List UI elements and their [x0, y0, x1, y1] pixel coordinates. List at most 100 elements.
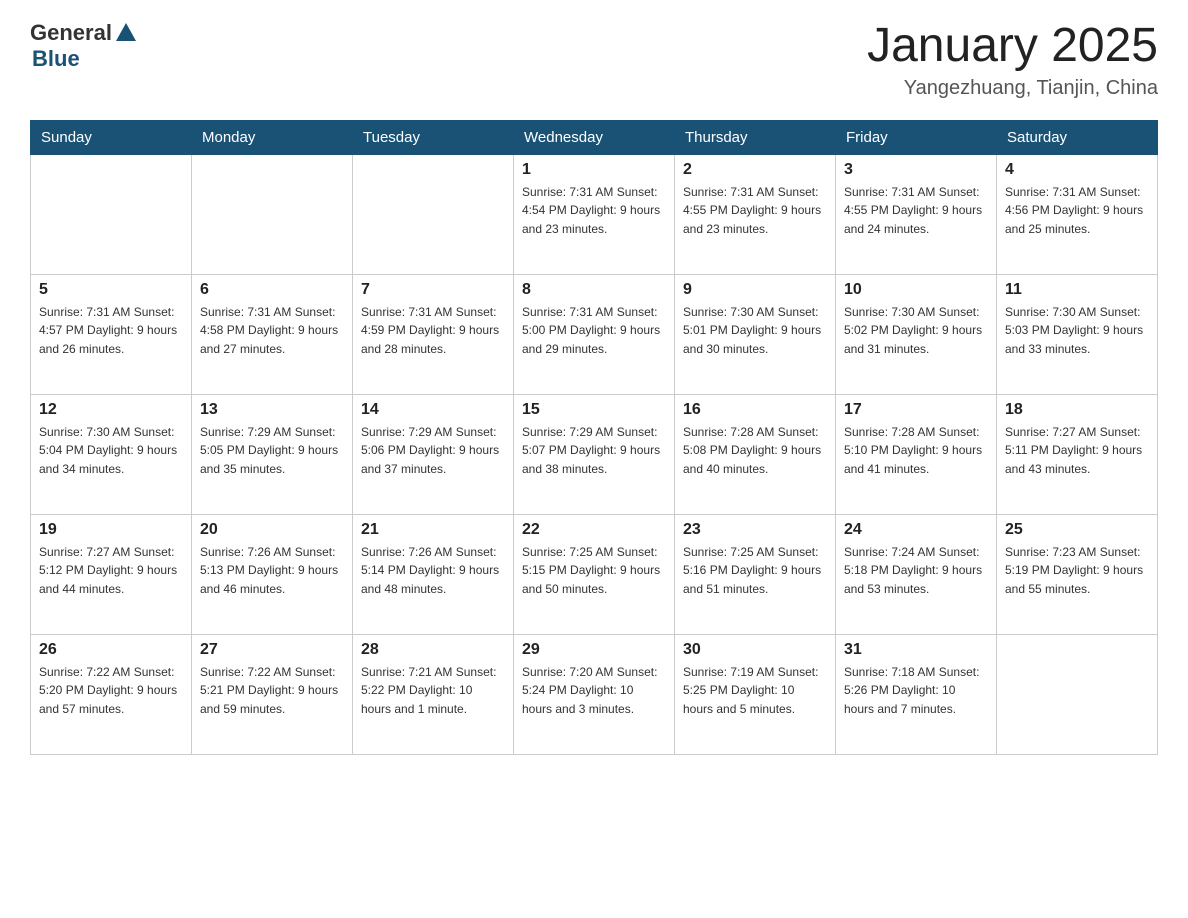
day-info: Sunrise: 7:31 AM Sunset: 4:57 PM Dayligh…	[39, 303, 183, 359]
day-info: Sunrise: 7:29 AM Sunset: 5:07 PM Dayligh…	[522, 423, 666, 479]
empty-cell	[997, 634, 1158, 754]
day-number: 21	[361, 521, 505, 539]
logo-general-text: General	[30, 20, 112, 46]
day-number: 23	[683, 521, 827, 539]
calendar-table: SundayMondayTuesdayWednesdayThursdayFrid…	[30, 120, 1158, 755]
day-info: Sunrise: 7:31 AM Sunset: 4:56 PM Dayligh…	[1005, 183, 1149, 239]
day-cell-5: 5 Sunrise: 7:31 AM Sunset: 4:57 PM Daylig…	[31, 274, 192, 394]
day-header-friday: Friday	[836, 120, 997, 154]
day-info: Sunrise: 7:26 AM Sunset: 5:13 PM Dayligh…	[200, 543, 344, 599]
day-cell-21: 21 Sunrise: 7:26 AM Sunset: 5:14 PM Dayli…	[353, 514, 514, 634]
day-cell-17: 17 Sunrise: 7:28 AM Sunset: 5:10 PM Dayli…	[836, 394, 997, 514]
day-cell-24: 24Sunrise: 7:24 AM Sunset: 5:18 PM Dayli…	[836, 514, 997, 634]
day-cell-22: 22 Sunrise: 7:25 AM Sunset: 5:15 PM Dayli…	[514, 514, 675, 634]
day-number: 28	[361, 641, 505, 659]
day-info: Sunrise: 7:31 AM Sunset: 4:55 PM Dayligh…	[683, 183, 827, 239]
day-cell-4: 4 Sunrise: 7:31 AM Sunset: 4:56 PM Daylig…	[997, 154, 1158, 274]
day-number: 25	[1005, 521, 1149, 539]
day-info: Sunrise: 7:21 AM Sunset: 5:22 PM Dayligh…	[361, 663, 505, 719]
day-number: 1	[522, 161, 666, 179]
calendar-header: SundayMondayTuesdayWednesdayThursdayFrid…	[31, 120, 1158, 154]
day-cell-16: 16 Sunrise: 7:28 AM Sunset: 5:08 PM Dayli…	[675, 394, 836, 514]
day-info: Sunrise: 7:24 AM Sunset: 5:18 PM Dayligh…	[844, 543, 988, 599]
day-info: Sunrise: 7:28 AM Sunset: 5:10 PM Dayligh…	[844, 423, 988, 479]
day-info: Sunrise: 7:19 AM Sunset: 5:25 PM Dayligh…	[683, 663, 827, 719]
logo: General Blue	[30, 20, 138, 72]
day-number: 16	[683, 401, 827, 419]
day-cell-18: 18Sunrise: 7:27 AM Sunset: 5:11 PM Dayli…	[997, 394, 1158, 514]
day-info: Sunrise: 7:31 AM Sunset: 4:54 PM Dayligh…	[522, 183, 666, 239]
day-number: 14	[361, 401, 505, 419]
empty-cell	[31, 154, 192, 274]
day-number: 9	[683, 281, 827, 299]
day-info: Sunrise: 7:25 AM Sunset: 5:16 PM Dayligh…	[683, 543, 827, 599]
day-number: 2	[683, 161, 827, 179]
day-cell-27: 27Sunrise: 7:22 AM Sunset: 5:21 PM Dayli…	[192, 634, 353, 754]
calendar-week-5: 26Sunrise: 7:22 AM Sunset: 5:20 PM Dayli…	[31, 634, 1158, 754]
day-cell-6: 6Sunrise: 7:31 AM Sunset: 4:58 PM Daylig…	[192, 274, 353, 394]
day-number: 19	[39, 521, 183, 539]
day-cell-3: 3 Sunrise: 7:31 AM Sunset: 4:55 PM Daylig…	[836, 154, 997, 274]
day-number: 15	[522, 401, 666, 419]
day-number: 17	[844, 401, 988, 419]
day-info: Sunrise: 7:28 AM Sunset: 5:08 PM Dayligh…	[683, 423, 827, 479]
day-info: Sunrise: 7:26 AM Sunset: 5:14 PM Dayligh…	[361, 543, 505, 599]
day-header-monday: Monday	[192, 120, 353, 154]
day-cell-7: 7Sunrise: 7:31 AM Sunset: 4:59 PM Daylig…	[353, 274, 514, 394]
day-cell-10: 10Sunrise: 7:30 AM Sunset: 5:02 PM Dayli…	[836, 274, 997, 394]
day-cell-25: 25 Sunrise: 7:23 AM Sunset: 5:19 PM Dayli…	[997, 514, 1158, 634]
day-header-tuesday: Tuesday	[353, 120, 514, 154]
day-info: Sunrise: 7:31 AM Sunset: 4:58 PM Dayligh…	[200, 303, 344, 359]
day-number: 5	[39, 281, 183, 299]
day-info: Sunrise: 7:30 AM Sunset: 5:04 PM Dayligh…	[39, 423, 183, 479]
calendar-week-2: 5 Sunrise: 7:31 AM Sunset: 4:57 PM Daylig…	[31, 274, 1158, 394]
day-info: Sunrise: 7:31 AM Sunset: 5:00 PM Dayligh…	[522, 303, 666, 359]
empty-cell	[192, 154, 353, 274]
day-cell-29: 29Sunrise: 7:20 AM Sunset: 5:24 PM Dayli…	[514, 634, 675, 754]
calendar-week-3: 12Sunrise: 7:30 AM Sunset: 5:04 PM Dayli…	[31, 394, 1158, 514]
day-cell-19: 19 Sunrise: 7:27 AM Sunset: 5:12 PM Dayli…	[31, 514, 192, 634]
day-number: 27	[200, 641, 344, 659]
day-header-wednesday: Wednesday	[514, 120, 675, 154]
day-info: Sunrise: 7:25 AM Sunset: 5:15 PM Dayligh…	[522, 543, 666, 599]
day-number: 30	[683, 641, 827, 659]
day-info: Sunrise: 7:31 AM Sunset: 4:55 PM Dayligh…	[844, 183, 988, 239]
day-number: 8	[522, 281, 666, 299]
day-number: 3	[844, 161, 988, 179]
day-number: 4	[1005, 161, 1149, 179]
day-number: 7	[361, 281, 505, 299]
day-info: Sunrise: 7:23 AM Sunset: 5:19 PM Dayligh…	[1005, 543, 1149, 599]
day-cell-12: 12Sunrise: 7:30 AM Sunset: 5:04 PM Dayli…	[31, 394, 192, 514]
day-cell-15: 15 Sunrise: 7:29 AM Sunset: 5:07 PM Dayli…	[514, 394, 675, 514]
day-number: 31	[844, 641, 988, 659]
day-number: 22	[522, 521, 666, 539]
day-number: 11	[1005, 281, 1149, 299]
day-info: Sunrise: 7:27 AM Sunset: 5:12 PM Dayligh…	[39, 543, 183, 599]
day-cell-23: 23 Sunrise: 7:25 AM Sunset: 5:16 PM Dayli…	[675, 514, 836, 634]
logo-icon	[114, 21, 138, 45]
month-title: January 2025	[867, 20, 1158, 73]
calendar-body: 1 Sunrise: 7:31 AM Sunset: 4:54 PM Daylig…	[31, 154, 1158, 754]
day-cell-20: 20Sunrise: 7:26 AM Sunset: 5:13 PM Dayli…	[192, 514, 353, 634]
day-info: Sunrise: 7:29 AM Sunset: 5:05 PM Dayligh…	[200, 423, 344, 479]
day-cell-8: 8 Sunrise: 7:31 AM Sunset: 5:00 PM Daylig…	[514, 274, 675, 394]
day-cell-13: 13Sunrise: 7:29 AM Sunset: 5:05 PM Dayli…	[192, 394, 353, 514]
day-cell-2: 2 Sunrise: 7:31 AM Sunset: 4:55 PM Daylig…	[675, 154, 836, 274]
calendar-week-4: 19 Sunrise: 7:27 AM Sunset: 5:12 PM Dayli…	[31, 514, 1158, 634]
day-cell-9: 9 Sunrise: 7:30 AM Sunset: 5:01 PM Daylig…	[675, 274, 836, 394]
day-header-saturday: Saturday	[997, 120, 1158, 154]
day-info: Sunrise: 7:18 AM Sunset: 5:26 PM Dayligh…	[844, 663, 988, 719]
day-cell-28: 28 Sunrise: 7:21 AM Sunset: 5:22 PM Dayli…	[353, 634, 514, 754]
empty-cell	[353, 154, 514, 274]
day-header-sunday: Sunday	[31, 120, 192, 154]
day-info: Sunrise: 7:22 AM Sunset: 5:20 PM Dayligh…	[39, 663, 183, 719]
calendar-week-1: 1 Sunrise: 7:31 AM Sunset: 4:54 PM Daylig…	[31, 154, 1158, 274]
day-number: 10	[844, 281, 988, 299]
header-row: SundayMondayTuesdayWednesdayThursdayFrid…	[31, 120, 1158, 154]
day-info: Sunrise: 7:30 AM Sunset: 5:01 PM Dayligh…	[683, 303, 827, 359]
location-title: Yangezhuang, Tianjin, China	[867, 77, 1158, 100]
day-number: 18	[1005, 401, 1149, 419]
day-cell-31: 31 Sunrise: 7:18 AM Sunset: 5:26 PM Dayli…	[836, 634, 997, 754]
day-cell-11: 11Sunrise: 7:30 AM Sunset: 5:03 PM Dayli…	[997, 274, 1158, 394]
day-info: Sunrise: 7:20 AM Sunset: 5:24 PM Dayligh…	[522, 663, 666, 719]
